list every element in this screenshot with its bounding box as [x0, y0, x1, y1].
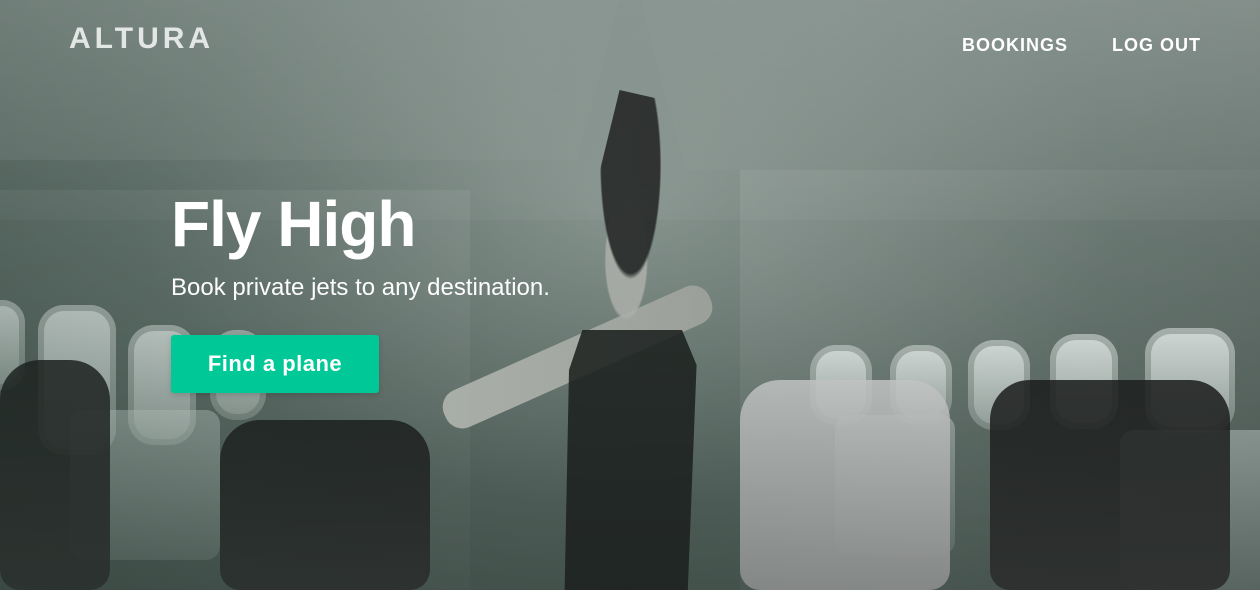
hero-section: ALTURA BOOKINGS LOG OUT Fly High Book pr…	[0, 0, 1260, 590]
hero-subtitle: Book private jets to any destination.	[171, 274, 550, 301]
hero-title: Fly High	[171, 188, 416, 260]
find-plane-button[interactable]: Find a plane	[171, 334, 379, 393]
top-navigation: ALTURA BOOKINGS LOG OUT	[0, 0, 1260, 92]
nav-link-logout[interactable]: LOG OUT	[1112, 36, 1201, 54]
hero-content: Fly High Book private jets to any destin…	[171, 192, 550, 393]
header-nav: BOOKINGS LOG OUT	[962, 36, 1201, 54]
nav-link-bookings[interactable]: BOOKINGS	[962, 36, 1068, 54]
brand-logo[interactable]: ALTURA	[69, 24, 214, 54]
